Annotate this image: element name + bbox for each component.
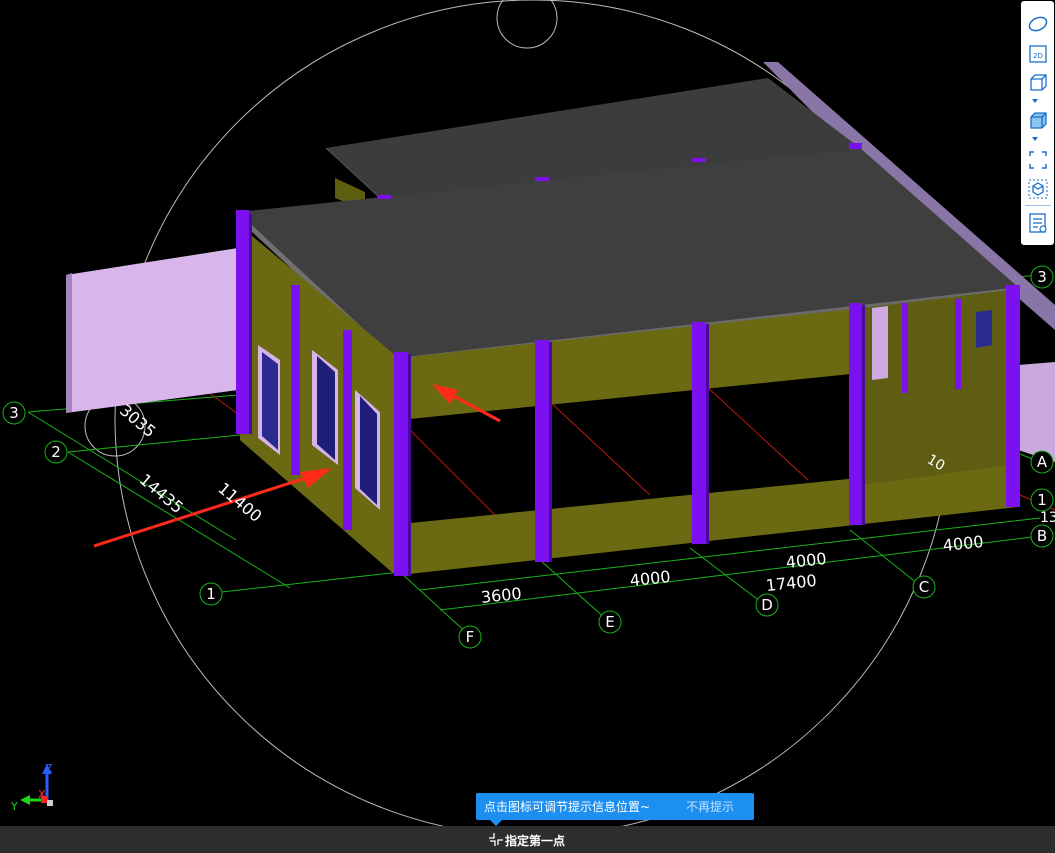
column [535, 340, 549, 562]
right-pink-wall [1018, 362, 1055, 462]
column [1006, 285, 1020, 507]
column [902, 303, 908, 393]
column [849, 303, 862, 525]
3d-model-viewport[interactable]: 3 2 1 3 1 A B C D E F 3035 14435 11400 3… [0, 0, 1055, 853]
svg-text:2D: 2D [1033, 52, 1043, 60]
dimension-4000-b: 4000 [785, 549, 827, 572]
axis-label-row-3-right: 3 [1037, 268, 1047, 286]
dimension-4000-a: 4000 [629, 567, 671, 590]
annotation-arrow-left [93, 468, 332, 548]
dimension-11400: 11400 [214, 479, 265, 526]
right-inner-window-2 [976, 310, 992, 348]
orbit-handle-top[interactable] [496, 0, 558, 49]
display-settings-icon [1029, 213, 1047, 233]
column [236, 210, 249, 434]
left-wall-window-2-glass [317, 356, 335, 460]
dimension-17400: 17400 [765, 571, 818, 595]
left-wall-window-3-glass [360, 396, 377, 505]
local-3d-icon [1028, 179, 1048, 199]
local-3d-button[interactable] [1025, 177, 1051, 201]
column-side [706, 324, 709, 544]
axis-label-col-b: B [1037, 527, 1047, 545]
display-settings-button[interactable] [1025, 211, 1051, 235]
3d-solid-box-icon [1030, 112, 1047, 129]
dimension-14435: 14435 [136, 470, 187, 517]
axis-label-col-c: C [919, 578, 929, 596]
left-pink-wall-edge [66, 273, 72, 413]
dimension-4000-c: 4000 [942, 532, 984, 555]
hint-tooltip[interactable]: 点击图标可调节提示信息位置~ 不再提示 [476, 793, 754, 820]
roof-column-cap [692, 158, 706, 162]
column [394, 352, 408, 576]
column [291, 285, 300, 475]
triad-z-label: Z [45, 762, 53, 775]
dimension-partial-right: 13 [1040, 510, 1055, 526]
triad-x-label: X [38, 788, 46, 801]
axis-label-row-2: 2 [51, 443, 61, 461]
axis-label-col-a: A [1037, 453, 1048, 471]
triad-y-label: Y [10, 800, 18, 813]
column-side [862, 305, 865, 525]
axis-label-col-f: F [466, 628, 475, 646]
left-pink-wall [66, 248, 238, 413]
right-inner-window [872, 306, 888, 380]
left-wall-window-1-glass [262, 352, 278, 450]
column [955, 299, 961, 389]
axis-label-row-1-left: 1 [206, 585, 216, 603]
column [343, 330, 352, 530]
column-side [249, 214, 252, 434]
axis-label-col-e: E [605, 613, 614, 631]
2d-view-button[interactable]: 2D [1025, 42, 1051, 66]
toolbar-divider [1025, 205, 1051, 206]
hint-message: 点击图标可调节提示信息位置~ [484, 800, 651, 814]
3d-view-button[interactable] [1025, 70, 1051, 94]
axis-label-col-d: D [761, 596, 773, 614]
3d-solid-view-dropdown-icon[interactable] [1032, 137, 1038, 141]
crosshair-cursor-icon [489, 833, 503, 846]
roof-column-cap [849, 143, 862, 149]
command-prompt: 指定第一点 [505, 834, 566, 848]
3d-view-dropdown-icon[interactable] [1032, 99, 1038, 103]
axis-label-row-3-left: 3 [9, 404, 19, 422]
orbit-icon [1028, 16, 1048, 32]
column-side [408, 354, 411, 576]
2d-view-icon: 2D [1029, 45, 1047, 63]
fit-view-icon [1029, 151, 1047, 169]
column [692, 322, 706, 544]
3d-solid-view-button[interactable] [1025, 108, 1051, 132]
column-side [549, 342, 552, 562]
3d-box-icon [1030, 74, 1047, 91]
roof-column-cap [377, 195, 391, 199]
dimension-3600: 3600 [480, 584, 522, 607]
axis-label-row-1-right: 1 [1037, 491, 1047, 509]
command-status-bar: 指定第一点 [0, 826, 1055, 853]
dont-show-again-link[interactable]: 不再提示 [686, 798, 734, 815]
orbit-button[interactable] [1025, 12, 1051, 36]
view-toolbar: 2D [1021, 1, 1054, 245]
fit-view-button[interactable] [1025, 148, 1051, 172]
roof-column-cap [535, 177, 549, 181]
coordinate-triad: Z X Y [10, 762, 53, 813]
